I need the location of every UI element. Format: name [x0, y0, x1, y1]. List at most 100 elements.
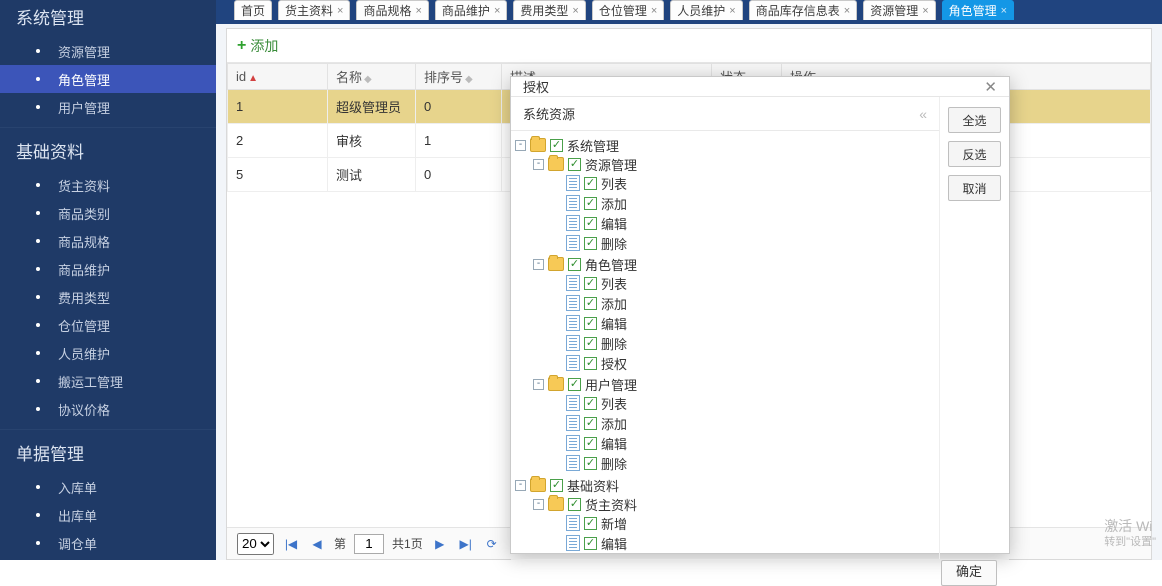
- tree-node-label[interactable]: 列表: [601, 394, 627, 413]
- tree-node-label[interactable]: 角色管理: [585, 255, 637, 274]
- collapse-icon[interactable]: «: [919, 106, 927, 122]
- tab-close-icon[interactable]: ×: [572, 2, 578, 20]
- sidebar-item[interactable]: 人员维护: [0, 339, 216, 367]
- pager-refresh-icon[interactable]: ⟳: [483, 535, 501, 553]
- checkbox[interactable]: [584, 417, 597, 430]
- tab-close-icon[interactable]: ×: [651, 2, 657, 20]
- pager-first-icon[interactable]: |◀: [282, 535, 300, 553]
- tab-close-icon[interactable]: ×: [1001, 2, 1007, 20]
- pager-page-input[interactable]: [354, 534, 384, 554]
- sidebar-item[interactable]: 货主资料: [0, 171, 216, 199]
- sidebar-item[interactable]: 调仓单: [0, 529, 216, 557]
- tab[interactable]: 资源管理×: [863, 0, 935, 20]
- select-all-button[interactable]: 全选: [948, 107, 1001, 133]
- tree-node-label[interactable]: 基础资料: [567, 476, 619, 495]
- tree-toggle-icon[interactable]: -: [533, 379, 544, 390]
- tab-close-icon[interactable]: ×: [494, 2, 500, 20]
- sidebar-item[interactable]: 搬运工管理: [0, 367, 216, 395]
- tab[interactable]: 人员维护×: [670, 0, 742, 20]
- pager-next-icon[interactable]: ▶: [431, 535, 449, 553]
- sidebar-section-title[interactable]: 系统管理: [0, 0, 216, 37]
- tab[interactable]: 角色管理×: [942, 0, 1014, 20]
- tree-node-label[interactable]: 资源管理: [585, 155, 637, 174]
- tab[interactable]: 首页: [234, 0, 272, 20]
- tree-scroll[interactable]: -系统管理-资源管理列表添加编辑删除-角色管理列表添加编辑删除授权-用户管理列表…: [511, 131, 939, 559]
- checkbox[interactable]: [584, 317, 597, 330]
- sidebar-item[interactable]: 出库单: [0, 501, 216, 529]
- tree-toggle-icon[interactable]: -: [515, 140, 526, 151]
- checkbox[interactable]: [584, 397, 597, 410]
- checkbox[interactable]: [584, 297, 597, 310]
- col-order[interactable]: 排序号◆: [416, 64, 502, 90]
- checkbox[interactable]: [584, 217, 597, 230]
- col-name[interactable]: 名称◆: [328, 64, 416, 90]
- checkbox[interactable]: [584, 197, 597, 210]
- tree-node-label[interactable]: 添加: [601, 194, 627, 213]
- tab-close-icon[interactable]: ×: [729, 2, 735, 20]
- sidebar-item[interactable]: 商品维护: [0, 255, 216, 283]
- tree-toggle-icon[interactable]: -: [533, 259, 544, 270]
- add-button[interactable]: + 添加: [237, 36, 278, 56]
- tab-close-icon[interactable]: ×: [337, 2, 343, 20]
- sidebar-item[interactable]: 角色管理: [0, 65, 216, 93]
- tree-toggle-icon[interactable]: -: [515, 480, 526, 491]
- checkbox[interactable]: [584, 177, 597, 190]
- checkbox[interactable]: [550, 479, 563, 492]
- sidebar-item[interactable]: 商品规格: [0, 227, 216, 255]
- tree-node-label[interactable]: 货主资料: [585, 495, 637, 514]
- tab[interactable]: 商品规格×: [356, 0, 428, 20]
- checkbox[interactable]: [584, 517, 597, 530]
- tree-node-label[interactable]: 删除: [601, 234, 627, 253]
- sidebar-section-title[interactable]: 基础资料: [0, 134, 216, 171]
- checkbox[interactable]: [584, 237, 597, 250]
- sidebar-item[interactable]: 协议价格: [0, 395, 216, 423]
- page-size-select[interactable]: 20: [237, 533, 274, 555]
- tab[interactable]: 商品维护×: [435, 0, 507, 20]
- tree-node-label[interactable]: 系统管理: [567, 136, 619, 155]
- sidebar-item[interactable]: 用户管理: [0, 93, 216, 121]
- invert-button[interactable]: 反选: [948, 141, 1001, 167]
- checkbox[interactable]: [550, 139, 563, 152]
- sidebar-item[interactable]: 费用类型: [0, 283, 216, 311]
- checkbox[interactable]: [584, 437, 597, 450]
- tree-node-label[interactable]: 添加: [601, 294, 627, 313]
- tree-node-label[interactable]: 删除: [601, 454, 627, 473]
- tab[interactable]: 货主资料×: [278, 0, 350, 20]
- sidebar-item[interactable]: 商品类别: [0, 199, 216, 227]
- tree-toggle-icon[interactable]: -: [533, 499, 544, 510]
- ok-button[interactable]: 确定: [941, 560, 997, 586]
- checkbox[interactable]: [584, 357, 597, 370]
- tree-node-label[interactable]: 新增: [601, 514, 627, 533]
- tab-close-icon[interactable]: ×: [844, 2, 850, 20]
- tree-node-label[interactable]: 删除: [601, 334, 627, 353]
- checkbox[interactable]: [568, 158, 581, 171]
- tab[interactable]: 商品库存信息表×: [749, 0, 857, 20]
- checkbox[interactable]: [568, 258, 581, 271]
- sidebar-item[interactable]: 入库单: [0, 473, 216, 501]
- checkbox[interactable]: [584, 277, 597, 290]
- close-icon[interactable]: ✕: [984, 78, 997, 96]
- tree-node-label[interactable]: 授权: [601, 354, 627, 373]
- tab-close-icon[interactable]: ×: [922, 2, 928, 20]
- tree-node-label[interactable]: 编辑: [601, 534, 627, 553]
- tree-node-label[interactable]: 添加: [601, 414, 627, 433]
- tab-close-icon[interactable]: ×: [415, 2, 421, 20]
- pager-prev-icon[interactable]: ◀: [308, 535, 326, 553]
- tree-node-label[interactable]: 编辑: [601, 434, 627, 453]
- sidebar-item[interactable]: 资源管理: [0, 37, 216, 65]
- tab[interactable]: 仓位管理×: [592, 0, 664, 20]
- checkbox[interactable]: [568, 378, 581, 391]
- checkbox[interactable]: [568, 498, 581, 511]
- checkbox[interactable]: [584, 337, 597, 350]
- tree-toggle-icon[interactable]: -: [533, 159, 544, 170]
- tree-node-label[interactable]: 编辑: [601, 314, 627, 333]
- checkbox[interactable]: [584, 457, 597, 470]
- col-id[interactable]: id▲: [228, 64, 328, 90]
- cancel-button[interactable]: 取消: [948, 175, 1001, 201]
- tree-node-label[interactable]: 列表: [601, 274, 627, 293]
- sidebar-item[interactable]: 仓位管理: [0, 311, 216, 339]
- tree-node-label[interactable]: 用户管理: [585, 375, 637, 394]
- tree-node-label[interactable]: 编辑: [601, 214, 627, 233]
- tab[interactable]: 费用类型×: [513, 0, 585, 20]
- tree-node-label[interactable]: 列表: [601, 174, 627, 193]
